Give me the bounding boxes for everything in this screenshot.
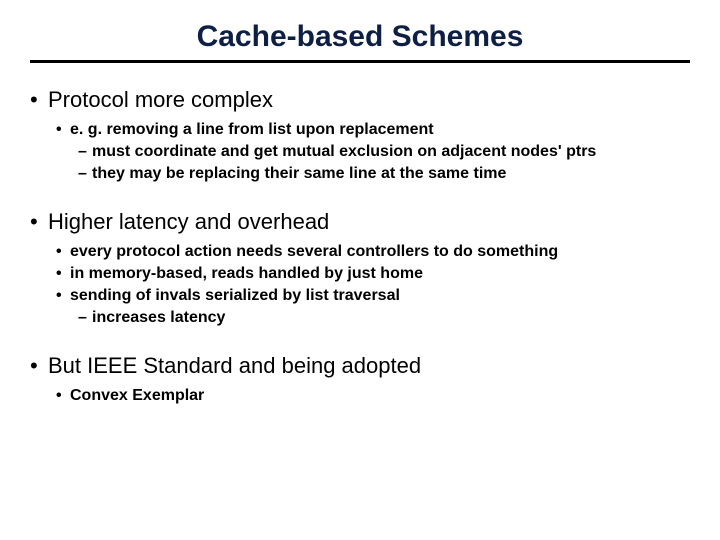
slide-title: Cache-based Schemes [30,20,690,63]
bullet-eg-removing: e. g. removing a line from list upon rep… [30,121,690,139]
bullet-may-replace: they may be replacing their same line at… [30,165,690,183]
bullet-must-coordinate: must coordinate and get mutual exclusion… [30,143,690,161]
slide: Cache-based Schemes Protocol more comple… [0,0,720,540]
bullet-every-protocol: every protocol action needs several cont… [30,243,690,261]
bullet-convex-exemplar: Convex Exemplar [30,387,690,405]
bullet-higher-latency: Higher latency and overhead [30,209,690,235]
bullet-sending-invals: sending of invals serialized by list tra… [30,287,690,305]
spacer [30,331,690,353]
bullet-increases-latency: increases latency [30,309,690,327]
bullet-protocol-complex: Protocol more complex [30,87,690,113]
spacer [30,187,690,209]
bullet-memory-based: in memory-based, reads handled by just h… [30,265,690,283]
bullet-ieee-standard: But IEEE Standard and being adopted [30,353,690,379]
